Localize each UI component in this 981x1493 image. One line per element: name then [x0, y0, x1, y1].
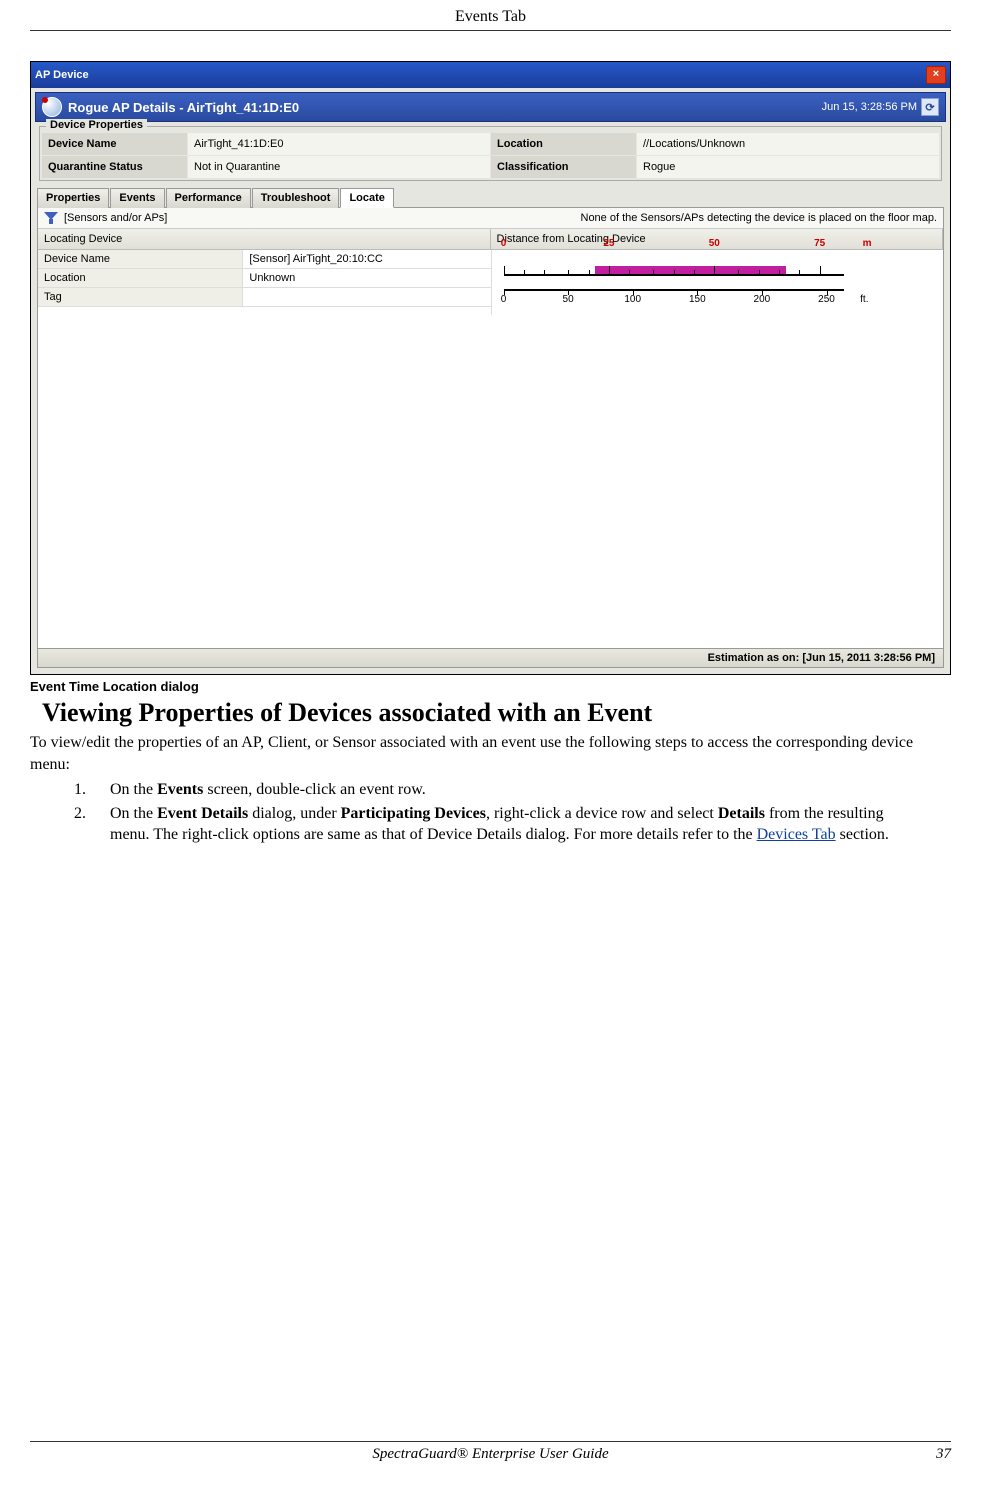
quarantine-value: Not in Quarantine	[188, 156, 490, 178]
row-tag-label: Tag	[38, 288, 243, 306]
quarantine-label: Quarantine Status	[42, 156, 187, 178]
row-location-label: Location	[38, 269, 243, 287]
ap-icon	[42, 97, 62, 117]
dialog-subtitle: Rogue AP Details - AirTight_41:1D:E0	[68, 100, 822, 115]
ruler-m-25: 25	[603, 238, 614, 249]
distance-highlight-bar	[595, 266, 785, 274]
filter-label[interactable]: [Sensors and/or APs]	[64, 212, 167, 224]
ruler-ft-50: 50	[563, 294, 574, 305]
locate-tab-body: [Sensors and/or APs] None of the Sensors…	[37, 207, 944, 649]
column-header-row: Locating Device Distance from Locating D…	[38, 229, 943, 250]
ruler-unit-ft: ft.	[860, 294, 868, 305]
device-properties-legend: Device Properties	[46, 119, 147, 131]
step-1: On the Events screen, double-click an ev…	[90, 779, 911, 801]
row-device-name-value: [Sensor] AirTight_20:10:CC	[243, 250, 490, 268]
tab-events[interactable]: Events	[110, 188, 164, 208]
tab-troubleshoot[interactable]: Troubleshoot	[252, 188, 340, 208]
section-heading: Viewing Properties of Devices associated…	[42, 698, 951, 728]
dialog-subtitlebar: Rogue AP Details - AirTight_41:1D:E0 Jun…	[35, 92, 946, 122]
close-icon[interactable]: ×	[926, 66, 946, 84]
refresh-icon[interactable]: ⟳	[921, 98, 939, 116]
ruler-ft-250: 250	[818, 294, 835, 305]
location-label: Location	[491, 133, 636, 155]
step-2: On the Event Details dialog, under Parti…	[90, 803, 911, 846]
tab-performance[interactable]: Performance	[166, 188, 251, 208]
dialog-timestamp: Jun 15, 3:28:56 PM	[822, 101, 917, 113]
ruler-unit-m: m	[863, 238, 872, 249]
classification-label: Classification	[491, 156, 636, 178]
row-tag-value	[243, 288, 490, 306]
col-locating-device[interactable]: Locating Device	[38, 229, 491, 249]
page-footer: SpectraGuard® Enterprise User Guide 37	[30, 1441, 951, 1463]
filter-row: [Sensors and/or APs] None of the Sensors…	[38, 208, 943, 229]
ruler-ft-100: 100	[624, 294, 641, 305]
status-bar: Estimation as on: [Jun 15, 2011 3:28:56 …	[37, 649, 944, 668]
ruler-m-75: 75	[814, 238, 825, 249]
devices-tab-link[interactable]: Devices Tab	[757, 826, 836, 843]
tab-strip: Properties Events Performance Troublesho…	[37, 187, 944, 207]
device-name-label: Device Name	[42, 133, 187, 155]
row-device-name-label: Device Name	[38, 250, 243, 268]
figure-caption: Event Time Location dialog	[30, 679, 951, 694]
ap-device-dialog: AP Device × Rogue AP Details - AirTight_…	[30, 61, 951, 675]
tab-locate[interactable]: Locate	[340, 188, 393, 208]
ruler-ft-200: 200	[754, 294, 771, 305]
ruler-m-50: 50	[709, 238, 720, 249]
tab-properties[interactable]: Properties	[37, 188, 109, 208]
ruler-ft-150: 150	[689, 294, 706, 305]
classification-value: Rogue	[637, 156, 939, 178]
distance-ruler: 0 25 50 75 m	[491, 250, 944, 315]
filter-note: None of the Sensors/APs detecting the de…	[187, 212, 937, 224]
page-header: Events Tab	[30, 0, 951, 31]
funnel-icon[interactable]	[44, 212, 58, 224]
row-location-value: Unknown	[243, 269, 490, 287]
page-number: 37	[911, 1446, 951, 1463]
dialog-titlebar[interactable]: AP Device ×	[31, 62, 950, 88]
intro-paragraph: To view/edit the properties of an AP, Cl…	[30, 732, 951, 775]
dialog-title: AP Device	[35, 69, 926, 81]
ruler-m-0: 0	[501, 238, 507, 249]
footer-title: SpectraGuard® Enterprise User Guide	[70, 1446, 911, 1463]
steps-list: On the Events screen, double-click an ev…	[70, 779, 951, 846]
table-row: Device Name [Sensor] AirTight_20:10:CC L…	[38, 250, 943, 315]
location-value: //Locations/Unknown	[637, 133, 939, 155]
device-name-value: AirTight_41:1D:E0	[188, 133, 490, 155]
device-properties-fieldset: Device Properties Device Name AirTight_4…	[39, 126, 942, 181]
ruler-ft-0: 0	[501, 294, 507, 305]
